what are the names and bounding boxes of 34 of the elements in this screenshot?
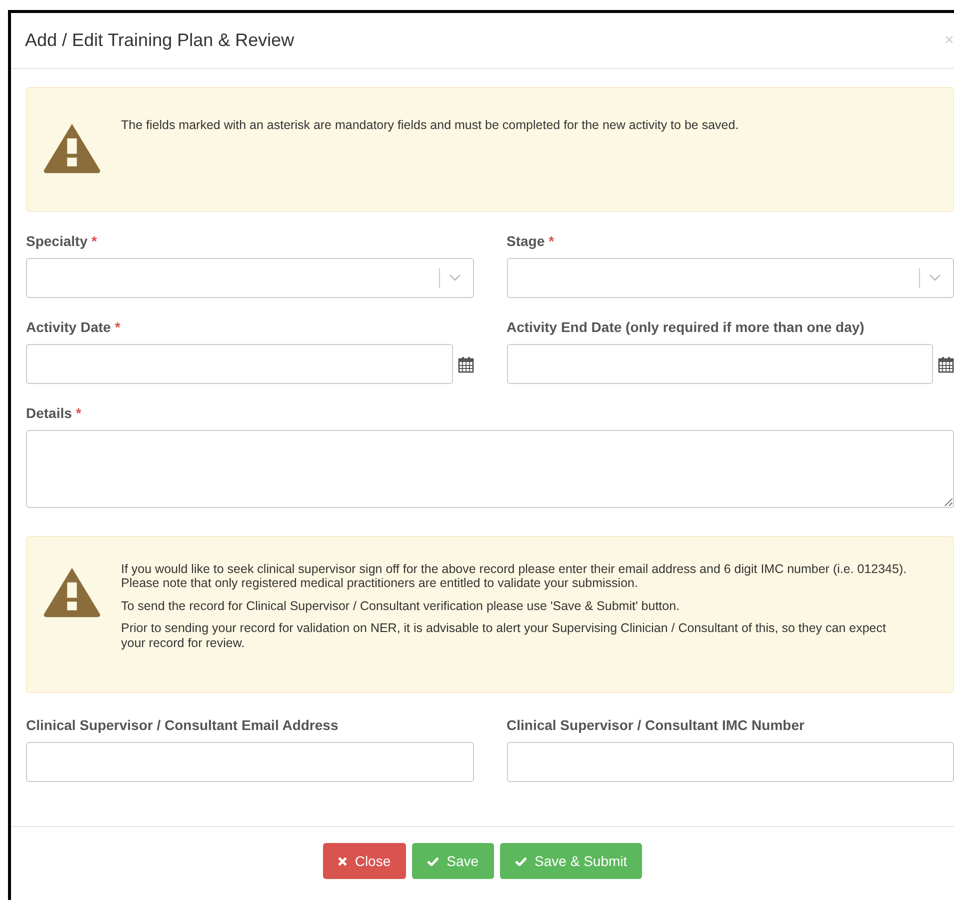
calendar-icon[interactable] bbox=[458, 356, 474, 372]
calendar-icon[interactable] bbox=[938, 356, 954, 372]
notice-text: Prior to sending your record for validation on NER, it is advisable to alert your Supervising Clinician / Consultant of this, so they can expect your record for review. bbox=[121, 621, 887, 650]
field-label: Activity End Date (only required if more than one day) bbox=[506, 319, 864, 335]
save-button[interactable]: Save & Submit bbox=[500, 843, 642, 879]
close-button[interactable]: Close bbox=[322, 843, 406, 879]
field-label: Clinical Supervisor / Consultant Email Address bbox=[26, 717, 338, 733]
field-label: Specialty bbox=[26, 233, 88, 249]
date-field[interactable] bbox=[26, 344, 452, 384]
field-label: Clinical Supervisor / Consultant IMC Number bbox=[506, 717, 804, 733]
field-label: Stage bbox=[506, 233, 545, 249]
close-button[interactable]: × bbox=[944, 32, 954, 50]
chevron-down-icon bbox=[448, 274, 460, 282]
text-field[interactable] bbox=[26, 742, 474, 782]
required-asterisk: * bbox=[548, 233, 554, 249]
dialog-title: Add / Edit Training Plan & Review bbox=[25, 30, 294, 51]
select-field[interactable] bbox=[506, 258, 954, 298]
select-field[interactable] bbox=[26, 258, 474, 298]
notice-text: If you would like to seek clinical supervisor sign off for the above record please enter their email address and 6 digit IMC number (i.e. 012345). Please note that only registered medical practitioners are entitled to validate your submission. bbox=[121, 562, 908, 591]
details-textarea[interactable] bbox=[26, 430, 954, 508]
field-label: Activity Date bbox=[26, 319, 111, 335]
check-icon bbox=[514, 856, 527, 866]
notice-text: To send the record for Clinical Supervisor / Consultant verification please use 'Save & Submit' button. bbox=[121, 598, 681, 614]
close-icon bbox=[338, 856, 347, 866]
field-label: Details bbox=[26, 405, 72, 421]
check-icon bbox=[426, 856, 439, 866]
required-asterisk: * bbox=[76, 405, 82, 421]
text-field[interactable] bbox=[506, 742, 954, 782]
notice-text: The fields marked with an asterisk are mandatory fields and must be completed for the new activity to be saved. bbox=[121, 118, 739, 132]
save-button[interactable]: Save bbox=[412, 843, 494, 879]
date-field[interactable] bbox=[506, 344, 933, 384]
required-asterisk: * bbox=[91, 233, 97, 249]
chevron-down-icon bbox=[929, 274, 941, 282]
required-asterisk: * bbox=[114, 319, 120, 335]
